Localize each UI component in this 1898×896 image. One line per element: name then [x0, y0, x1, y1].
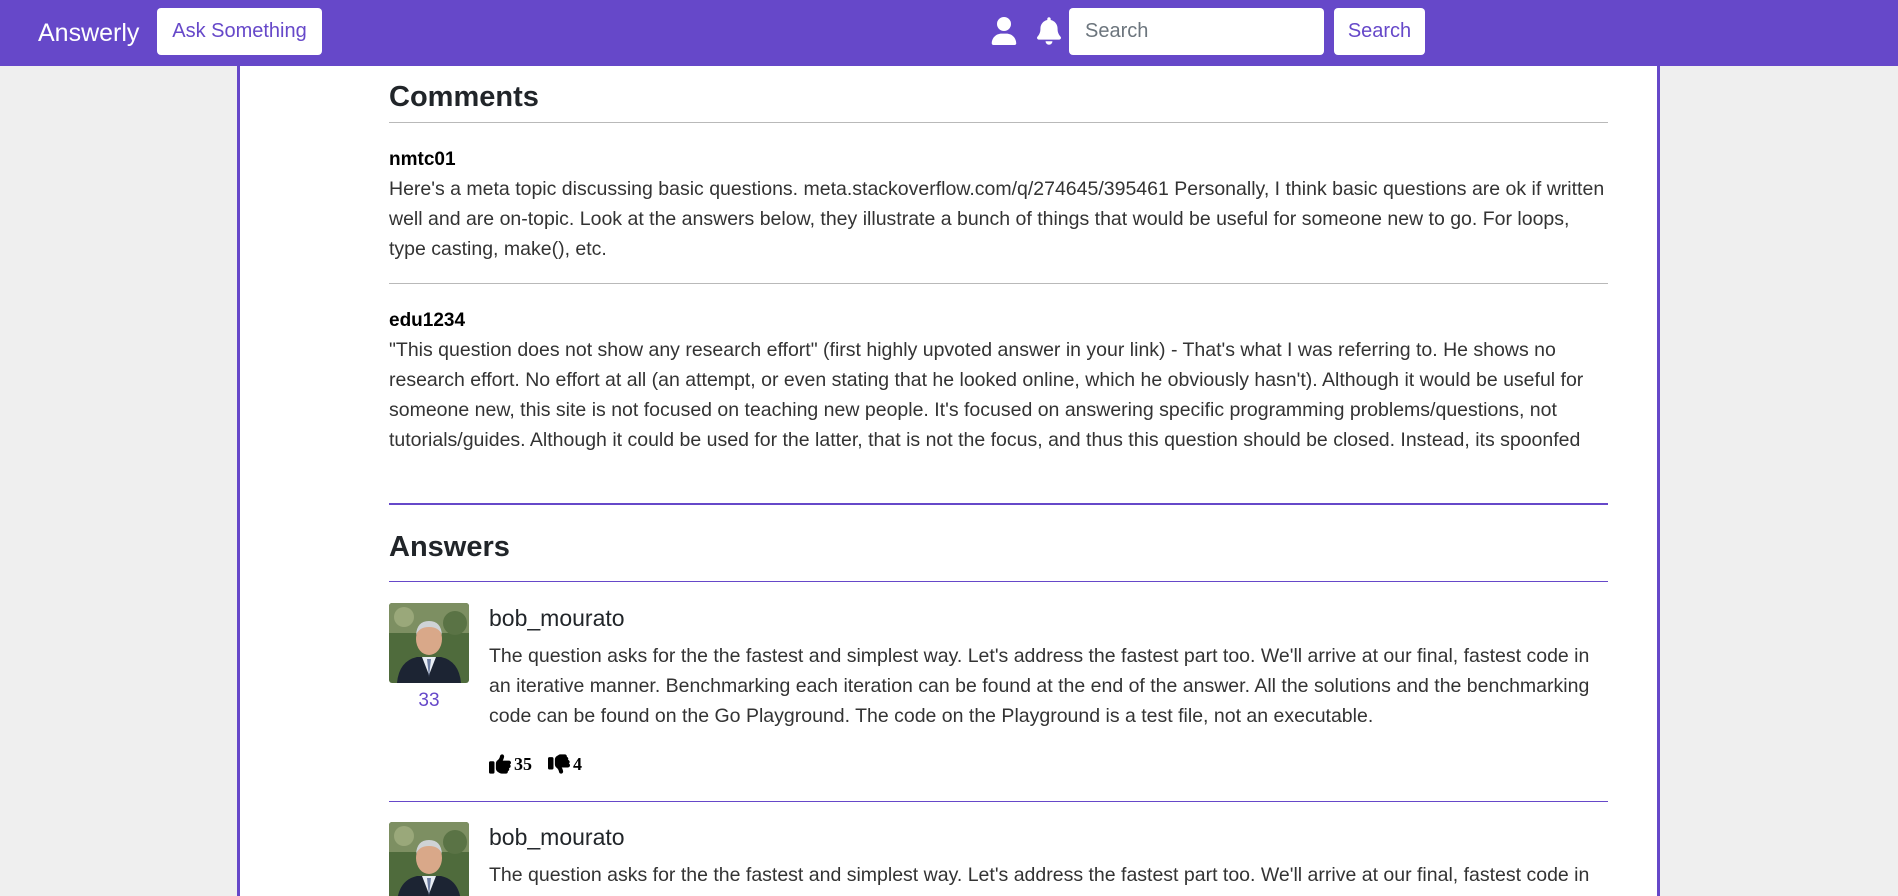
avatar[interactable] [389, 822, 469, 896]
answer-text: The question asks for the the fastest an… [489, 864, 1590, 886]
answer-item: 33 bob_mourato The question asks for the… [389, 603, 1608, 793]
answers-heading: Answers [389, 531, 510, 563]
downvote-count: 4 [573, 753, 582, 774]
answer-author[interactable]: bob_mourato [489, 822, 625, 852]
brand-logo[interactable]: Answerly [38, 16, 139, 50]
comment-author[interactable]: nmtc01 [389, 146, 1608, 174]
comment-divider [389, 283, 1608, 284]
answer-author[interactable]: bob_mourato [489, 603, 625, 633]
search-input[interactable] [1069, 8, 1324, 55]
comment-text: Here's a meta topic discussing basic que… [389, 178, 1605, 260]
answer-text: The question asks for the the fastest an… [489, 645, 1590, 727]
thumbs-up-icon [489, 754, 511, 774]
answer-divider [389, 801, 1608, 802]
comments-end-divider [389, 503, 1608, 505]
comment-text: "This question does not show any researc… [389, 339, 1584, 451]
comment-author[interactable]: edu1234 [389, 307, 1608, 335]
upvote-count: 35 [514, 753, 532, 774]
user-icon[interactable] [988, 14, 1020, 48]
bell-icon[interactable] [1033, 14, 1065, 48]
comment-item: edu1234 "This question does not show any… [389, 307, 1608, 455]
vote-controls: 35 4 [489, 753, 598, 775]
ask-something-button[interactable]: Ask Something [157, 8, 322, 55]
comments-heading: Comments [389, 81, 539, 113]
top-navbar: Answerly Ask Something Search [0, 0, 1898, 66]
answer-score: 33 [418, 690, 440, 711]
search-button[interactable]: Search [1334, 8, 1425, 55]
answer-item: bob_mourato The question asks for the th… [389, 822, 1608, 896]
downvote-button[interactable]: 4 [548, 753, 582, 775]
comments-divider [389, 122, 1608, 123]
comment-item: nmtc01 Here's a meta topic discussing ba… [389, 146, 1608, 264]
avatar[interactable] [389, 603, 469, 683]
thumbs-down-icon [548, 754, 570, 774]
upvote-button[interactable]: 35 [489, 753, 532, 775]
answers-divider [389, 581, 1608, 582]
